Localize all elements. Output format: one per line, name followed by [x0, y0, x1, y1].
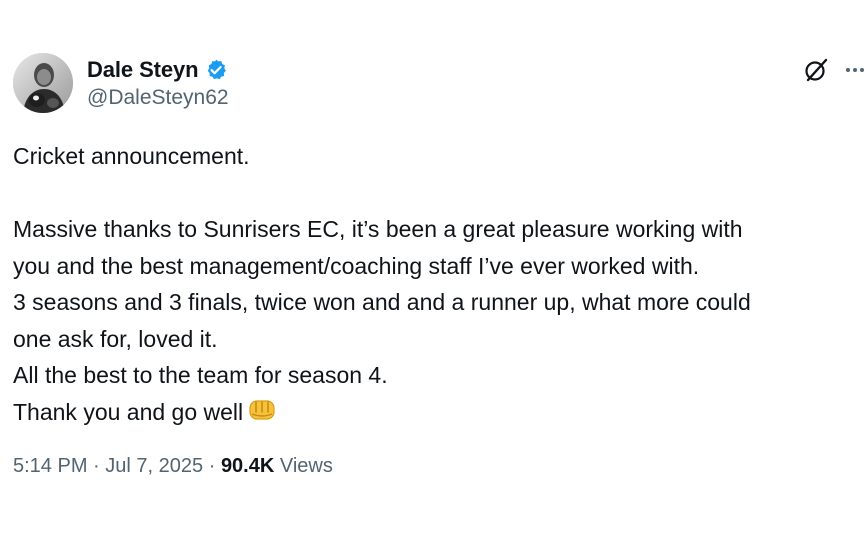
tweet-text-line: you and the best management/coaching sta…	[13, 252, 700, 279]
more-options-icon[interactable]	[842, 60, 864, 80]
views-label: Views	[279, 455, 333, 477]
tweet-date[interactable]: Jul 7, 2025	[105, 455, 203, 477]
tweet-text-line: 3 seasons and 3 finals, twice won and an…	[13, 289, 751, 315]
grok-icon[interactable]	[803, 57, 829, 83]
meta-separator: ·	[93, 455, 100, 477]
author-handle[interactable]: @DaleSteyn62	[87, 86, 229, 110]
tweet-text-line: Massive thanks to Sunrisers EC, it’s bee…	[13, 216, 743, 242]
tweet-text-line: one ask for, loved it.	[13, 325, 218, 352]
verified-badge-icon	[204, 58, 228, 82]
views-count[interactable]: 90.4K	[221, 455, 274, 477]
tweet-card: Dale Steyn @DaleSteyn62 Cricket announce…	[0, 0, 864, 540]
tweet-text-line: All the best to the team for season 4.	[13, 362, 388, 388]
meta-separator: ·	[208, 455, 216, 477]
tweet-time[interactable]: 5:14 PM	[13, 455, 87, 477]
avatar[interactable]	[13, 53, 73, 113]
profile-photo-icon	[13, 53, 73, 113]
author-name-row: Dale Steyn	[87, 55, 228, 85]
tweet-text-final: Thank you and go well	[13, 398, 244, 425]
tweet-text-line: Cricket announcement.	[13, 143, 250, 169]
oncoming-fist-icon	[247, 397, 277, 434]
tweet-text: Cricket announcement. Massive thanks to …	[13, 138, 864, 430]
tweet-text-line-last: Thank you and go well	[13, 394, 864, 431]
tweet-meta: 5:14 PM · Jul 7, 2025 · 90.4K Views	[13, 455, 333, 478]
author-display-name[interactable]: Dale Steyn	[87, 57, 199, 83]
